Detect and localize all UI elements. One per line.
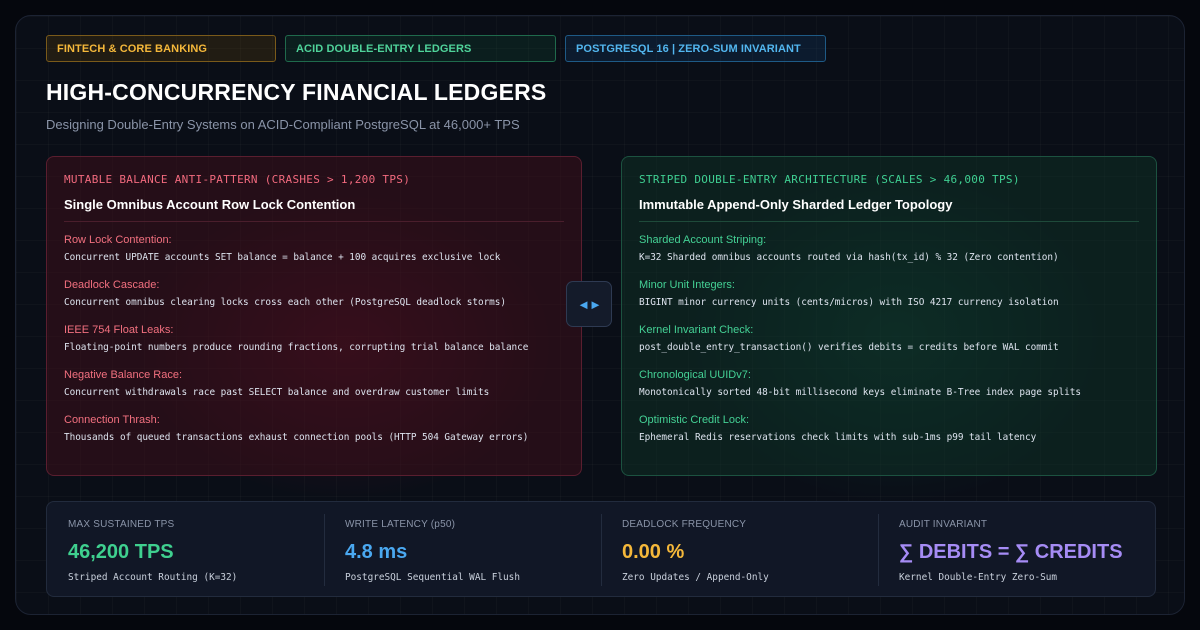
- stat-label: AUDIT INVARIANT: [899, 519, 988, 530]
- list-item: Deadlock Cascade: Concurrent omnibus cle…: [64, 279, 564, 324]
- list-item: Optimistic Credit Lock: Ephemeral Redis …: [639, 414, 1139, 459]
- item-description: Concurrent UPDATE accounts SET balance =…: [64, 252, 501, 263]
- item-description: Ephemeral Redis reservations check limit…: [639, 432, 1037, 443]
- item-label: Sharded Account Striping:: [639, 234, 767, 246]
- item-description: K=32 Sharded omnibus accounts routed via…: [639, 252, 1059, 263]
- item-label: Minor Unit Integers:: [639, 279, 735, 291]
- item-label: Optimistic Credit Lock:: [639, 414, 750, 426]
- item-description: Concurrent omnibus clearing locks cross …: [64, 297, 506, 308]
- tag-postgresql: POSTGRESQL 16 | ZERO-SUM INVARIANT: [565, 35, 826, 62]
- stat-note: PostgreSQL Sequential WAL Flush: [345, 572, 520, 583]
- feature-list: Sharded Account Striping: K=32 Sharded o…: [639, 234, 1139, 459]
- stat-value: 4.8 ms: [345, 541, 408, 563]
- item-label: Row Lock Contention:: [64, 234, 172, 246]
- item-description: BIGINT minor currency units (cents/micro…: [639, 297, 1059, 308]
- stat-max-tps: MAX SUSTAINED TPS 46,200 TPS Striped Acc…: [47, 502, 324, 596]
- stat-write-latency: WRITE LATENCY (p50) 4.8 ms PostgreSQL Se…: [324, 502, 601, 596]
- item-label: IEEE 754 Float Leaks:: [64, 324, 174, 336]
- issue-list: Row Lock Contention: Concurrent UPDATE a…: [64, 234, 564, 459]
- item-description: Monotonically sorted 48-bit millisecond …: [639, 387, 1081, 398]
- tag-acid-ledgers: ACID DOUBLE-ENTRY LEDGERS: [285, 35, 556, 62]
- list-item: Connection Thrash: Thousands of queued t…: [64, 414, 564, 459]
- item-description: post_double_entry_transaction() verifies…: [639, 342, 1059, 353]
- tag-row: FINTECH & CORE BANKING ACID DOUBLE-ENTRY…: [46, 35, 826, 62]
- tag-fintech: FINTECH & CORE BANKING: [46, 35, 276, 62]
- compare-arrows-icon: ◄►: [566, 281, 612, 327]
- stats-bar: MAX SUSTAINED TPS 46,200 TPS Striped Acc…: [46, 501, 1156, 597]
- stat-note: Zero Updates / Append-Only: [622, 572, 769, 583]
- list-item: Kernel Invariant Check: post_double_entr…: [639, 324, 1139, 369]
- list-item: Sharded Account Striping: K=32 Sharded o…: [639, 234, 1139, 279]
- stat-audit-invariant: AUDIT INVARIANT ∑ DEBITS = ∑ CREDITS Ker…: [878, 502, 1155, 596]
- panel-title: Immutable Append-Only Sharded Ledger Top…: [639, 197, 1139, 222]
- stat-label: WRITE LATENCY (p50): [345, 519, 456, 530]
- panel-title: Single Omnibus Account Row Lock Contenti…: [64, 197, 564, 222]
- page-title: HIGH-CONCURRENCY FINANCIAL LEDGERS: [46, 79, 547, 105]
- stat-label: DEADLOCK FREQUENCY: [622, 519, 747, 530]
- item-label: Chronological UUIDv7:: [639, 369, 751, 381]
- item-description: Floating-point numbers produce rounding …: [64, 342, 529, 353]
- anti-pattern-panel: MUTABLE BALANCE ANTI-PATTERN (CRASHES > …: [46, 156, 582, 476]
- card-frame: FINTECH & CORE BANKING ACID DOUBLE-ENTRY…: [15, 15, 1185, 615]
- stat-label: MAX SUSTAINED TPS: [68, 519, 175, 530]
- stat-deadlock-frequency: DEADLOCK FREQUENCY 0.00 % Zero Updates /…: [601, 502, 878, 596]
- list-item: Negative Balance Race: Concurrent withdr…: [64, 369, 564, 414]
- stat-value: 46,200 TPS: [68, 541, 174, 563]
- stat-note: Kernel Double-Entry Zero-Sum: [899, 572, 1058, 583]
- item-label: Deadlock Cascade:: [64, 279, 160, 291]
- architecture-panel: STRIPED DOUBLE-ENTRY ARCHITECTURE (SCALE…: [621, 156, 1157, 476]
- list-item: Chronological UUIDv7: Monotonically sort…: [639, 369, 1139, 414]
- item-description: Thousands of queued transactions exhaust…: [64, 432, 529, 443]
- list-item: Row Lock Contention: Concurrent UPDATE a…: [64, 234, 564, 279]
- stat-value: 0.00 %: [622, 541, 685, 563]
- list-item: Minor Unit Integers: BIGINT minor curren…: [639, 279, 1139, 324]
- stat-note: Striped Account Routing (K=32): [68, 572, 238, 583]
- stat-value: ∑ DEBITS = ∑ CREDITS: [899, 541, 1123, 563]
- panel-kicker: MUTABLE BALANCE ANTI-PATTERN (CRASHES > …: [64, 173, 411, 186]
- item-label: Connection Thrash:: [64, 414, 160, 426]
- item-label: Negative Balance Race:: [64, 369, 183, 381]
- page-subtitle: Designing Double-Entry Systems on ACID-C…: [46, 117, 520, 132]
- item-description: Concurrent withdrawals race past SELECT …: [64, 387, 490, 398]
- panel-kicker: STRIPED DOUBLE-ENTRY ARCHITECTURE (SCALE…: [639, 173, 1020, 186]
- item-label: Kernel Invariant Check:: [639, 324, 754, 336]
- list-item: IEEE 754 Float Leaks: Floating-point num…: [64, 324, 564, 369]
